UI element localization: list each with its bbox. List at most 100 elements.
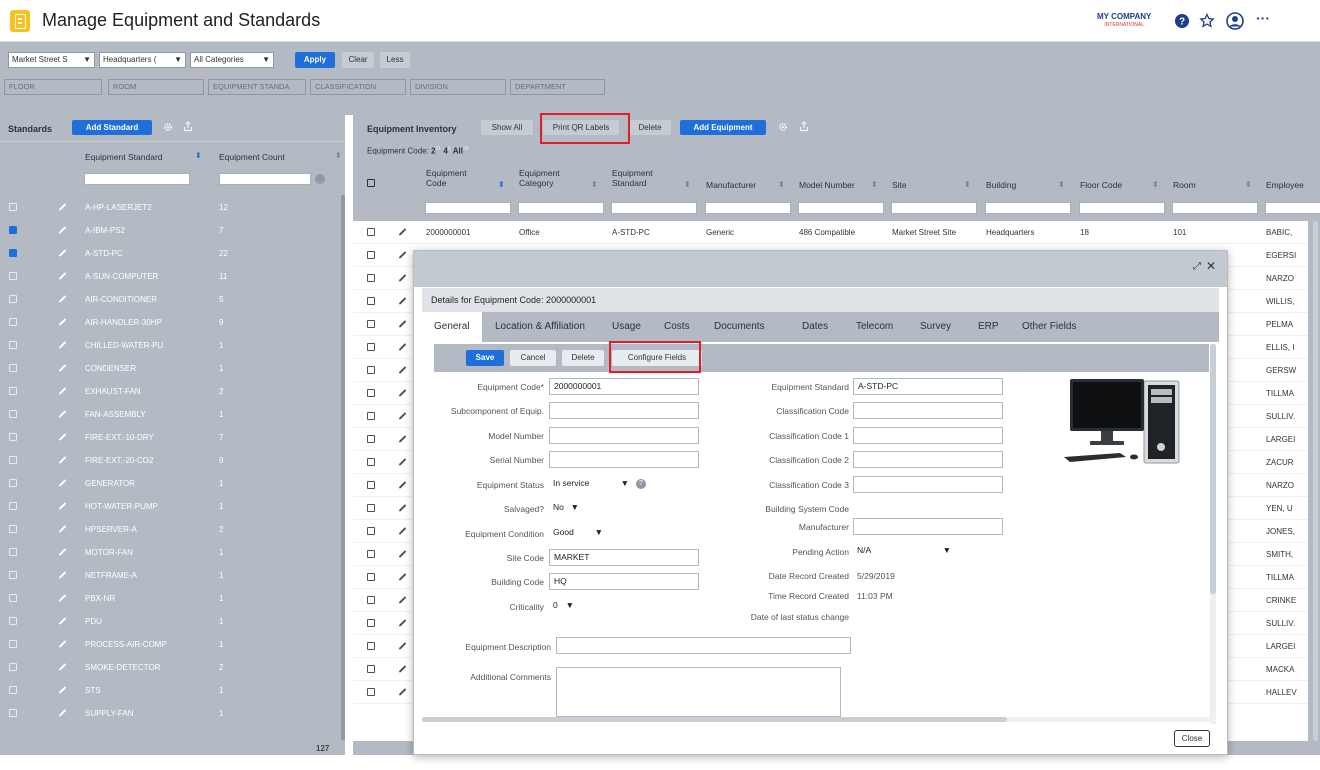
row-checkbox[interactable] [9, 364, 17, 372]
row-checkbox[interactable] [367, 228, 375, 236]
inventory-col-header[interactable]: Room [1173, 180, 1196, 190]
classification-code-1-input[interactable] [853, 427, 1003, 444]
row-checkbox[interactable] [367, 665, 375, 673]
inventory-filter-input[interactable] [425, 202, 511, 214]
standard-row[interactable]: A-HP-LASERJET2 12 [0, 196, 340, 219]
edit-pencil-icon[interactable] [58, 709, 67, 717]
edit-pencil-icon[interactable] [398, 573, 407, 581]
row-checkbox[interactable] [367, 320, 375, 328]
row-checkbox[interactable] [367, 297, 375, 305]
row-checkbox[interactable] [367, 504, 375, 512]
sort-icon[interactable]: ⬍ [591, 180, 598, 189]
subcomponent-input[interactable] [549, 402, 699, 419]
standard-row[interactable]: PROCESS-AIR-COMP 1 [0, 633, 340, 656]
tab-documents[interactable]: Documents [714, 312, 765, 342]
edit-pencil-icon[interactable] [58, 663, 67, 671]
inventory-filter-input[interactable] [891, 202, 977, 214]
row-checkbox[interactable] [367, 527, 375, 535]
inventory-col-header[interactable]: Floor Code [1080, 180, 1122, 190]
equipment-status-select[interactable]: In service ▼ [549, 476, 633, 493]
sort-icon[interactable]: ⬍ [778, 180, 785, 189]
inventory-filter-input[interactable] [705, 202, 791, 214]
tab-costs[interactable]: Costs [664, 312, 690, 342]
edit-pencil-icon[interactable] [398, 550, 407, 558]
division-filter[interactable]: DIVISION [410, 79, 506, 95]
standard-row[interactable]: A-SUN-COMPUTER 11 [0, 265, 340, 288]
floor-filter[interactable]: FLOOR [4, 79, 102, 95]
equipment-standard-input[interactable]: A-STD-PC [853, 378, 1003, 395]
inventory-col-header[interactable]: Model Number [799, 180, 855, 190]
row-checkbox[interactable] [9, 456, 17, 464]
standard-row[interactable]: EXHAUST-FAN 2 [0, 380, 340, 403]
edit-pencil-icon[interactable] [398, 458, 407, 466]
edit-pencil-icon[interactable] [58, 594, 67, 602]
standard-row[interactable]: A-IBM-PS2 7 [0, 219, 340, 242]
inventory-col-header[interactable]: Manufacturer [706, 180, 756, 190]
inventory-filter-input[interactable] [1265, 202, 1320, 214]
standard-row[interactable]: NETFRAME-A 1 [0, 564, 340, 587]
inventory-col-header[interactable]: Equipment Category [519, 168, 560, 188]
inventory-filter-input[interactable] [985, 202, 1071, 214]
gear-icon[interactable] [778, 122, 788, 132]
room-filter[interactable]: ROOM [108, 79, 204, 95]
col-equipment-standard[interactable]: Equipment Standard [85, 152, 163, 162]
inventory-col-header[interactable]: Employee [1266, 180, 1304, 190]
inventory-row[interactable]: 2000000001 Office A-STD-PC Generic 486 Compa… [353, 221, 1308, 244]
criticality-select[interactable]: 0 ▼ [549, 598, 577, 615]
edit-pencil-icon[interactable] [58, 617, 67, 625]
manufacturer-input[interactable] [853, 518, 1003, 535]
show-all-button[interactable]: Show All [481, 120, 533, 135]
classification-code-input[interactable] [853, 402, 1003, 419]
edit-pencil-icon[interactable] [398, 481, 407, 489]
row-checkbox[interactable] [9, 617, 17, 625]
category-select[interactable]: All Categories ▼ [190, 52, 274, 68]
row-checkbox[interactable] [9, 318, 17, 326]
edit-pencil-icon[interactable] [58, 341, 67, 349]
standard-row[interactable]: SUPPLY-FAN 1 [0, 702, 340, 725]
tab-erp[interactable]: ERP [978, 312, 999, 342]
inventory-col-header[interactable]: Equipment Standard [612, 168, 653, 188]
count-filter-input[interactable] [219, 173, 311, 185]
standard-row[interactable]: CHILLED-WATER-PU 1 [0, 334, 340, 357]
sort-icon[interactable]: ⬍ [1245, 180, 1252, 189]
row-checkbox[interactable] [9, 226, 17, 234]
inventory-filter-input[interactable] [611, 202, 697, 214]
sort-icon[interactable]: ⬍ [335, 151, 342, 160]
select-all-checkbox[interactable] [367, 179, 375, 187]
serial-number-input[interactable] [549, 451, 699, 468]
row-checkbox[interactable] [9, 203, 17, 211]
export-icon[interactable] [183, 121, 193, 132]
row-checkbox[interactable] [367, 343, 375, 351]
clear-filter-icon[interactable] [315, 174, 325, 184]
standard-row[interactable]: FAN-ASSEMBLY 1 [0, 403, 340, 426]
standards-scrollbar[interactable] [341, 195, 345, 740]
edit-pencil-icon[interactable] [58, 456, 67, 464]
inventory-col-header[interactable]: Equipment Code [426, 168, 467, 188]
cancel-button[interactable]: Cancel [510, 350, 556, 366]
row-checkbox[interactable] [367, 412, 375, 420]
tab-survey[interactable]: Survey [920, 312, 951, 342]
edit-pencil-icon[interactable] [398, 688, 407, 696]
classification-filter[interactable]: CLASSIFICATION [310, 79, 406, 95]
site-select[interactable]: Market Street S ▼ [8, 52, 95, 68]
row-checkbox[interactable] [9, 686, 17, 694]
row-checkbox[interactable] [9, 387, 17, 395]
edit-pencil-icon[interactable] [398, 412, 407, 420]
row-checkbox[interactable] [9, 594, 17, 602]
row-checkbox[interactable] [367, 458, 375, 466]
user-avatar-icon[interactable] [1226, 12, 1244, 30]
edit-pencil-icon[interactable] [58, 249, 67, 257]
row-checkbox[interactable] [367, 550, 375, 558]
sort-icon[interactable]: ⬍ [684, 180, 691, 189]
export-icon[interactable] [799, 121, 809, 132]
standard-row[interactable]: HPSERVER-A 2 [0, 518, 340, 541]
sort-icon[interactable]: ⬍ [964, 180, 971, 189]
standard-row[interactable]: STS 1 [0, 679, 340, 702]
edit-pencil-icon[interactable] [58, 571, 67, 579]
classification-code-2-input[interactable] [853, 451, 1003, 468]
row-checkbox[interactable] [367, 251, 375, 259]
salvaged-select[interactable]: No ▼ [549, 500, 583, 517]
edit-pencil-icon[interactable] [58, 387, 67, 395]
row-checkbox[interactable] [367, 366, 375, 374]
inventory-filter-input[interactable] [798, 202, 884, 214]
